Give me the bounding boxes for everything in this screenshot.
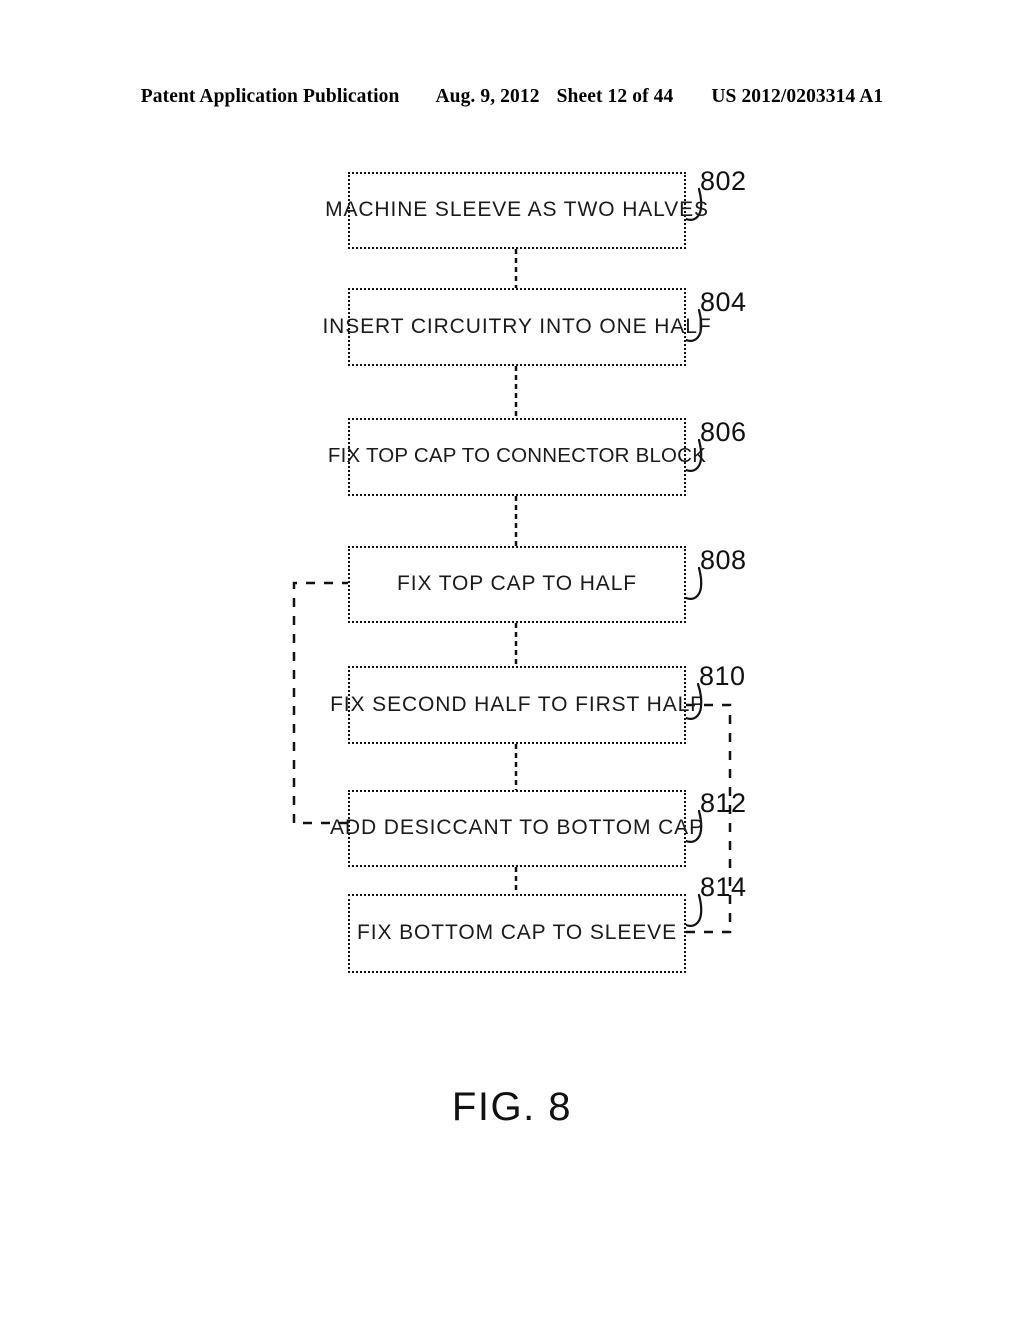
process-box-806-label: FIX TOP CAP TO CONNECTOR BLOCK [327,443,707,467]
process-box-804[interactable]: INSERT CIRCUITRY INTO ONE HALF [322,288,711,366]
lead-line-814 [684,893,703,927]
process-box-808[interactable]: FIX TOP CAP TO HALF [348,546,686,623]
reference-numeral-814: 814 [700,872,747,902]
process-box-802-label: MACHINE SLEEVE AS TWO HALVES [325,198,709,221]
process-box-802[interactable]: MACHINE SLEEVE AS TWO HALVES [325,172,708,249]
reference-numeral-810: 810 [699,661,746,691]
process-box-804-label: INSERT CIRCUITRY INTO ONE HALF [322,314,712,338]
process-box-810-label: FIX SECOND HALF TO FIRST HALF [330,692,704,716]
process-box-808-label: FIX TOP CAP TO HALF [396,572,638,595]
reference-numeral-812: 812 [700,788,747,818]
process-box-814-label: FIX BOTTOM CAP TO SLEEVE [357,921,677,944]
reference-numeral-802: 802 [700,166,747,196]
lead-line-808 [684,566,703,600]
process-box-814[interactable]: FIX BOTTOM CAP TO SLEEVE [348,894,686,973]
reference-numeral-804: 804 [700,287,747,317]
reference-numeral-808: 808 [700,545,747,575]
process-box-806[interactable]: FIX TOP CAP TO CONNECTOR BLOCK [328,418,706,496]
reference-numeral-806: 806 [700,417,747,447]
process-box-812-label: ADD DESICCANT TO BOTTOM CAP [330,816,704,839]
process-box-812[interactable]: ADD DESICCANT TO BOTTOM CAP [330,790,703,867]
process-box-810[interactable]: FIX SECOND HALF TO FIRST HALF [330,666,703,744]
figure-caption: FIG. 8 [451,1085,573,1129]
